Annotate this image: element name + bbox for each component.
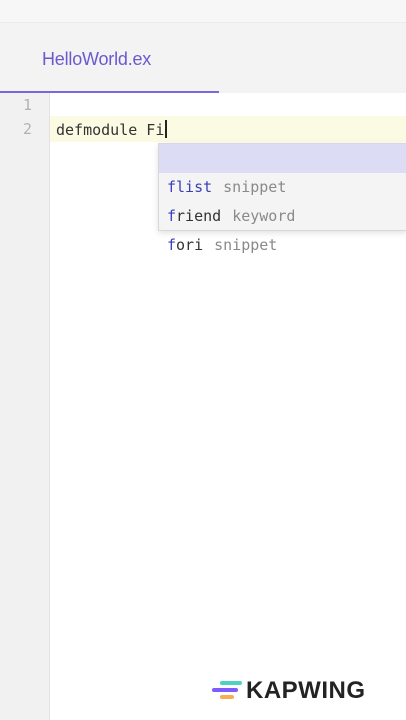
line-number-2: 2 bbox=[22, 120, 32, 138]
suggestion-rest: ori bbox=[176, 236, 204, 254]
suggestion-item-friend[interactable]: friend keyword bbox=[159, 173, 406, 225]
autocomplete-popup: flist snippet friend keyword fori snippet bbox=[158, 143, 406, 254]
suggestion-label: fori snippet bbox=[167, 231, 277, 260]
tab-label: HelloWorld.ex bbox=[42, 49, 152, 69]
watermark-text: KAPWING bbox=[246, 677, 366, 704]
text-caret bbox=[165, 120, 168, 138]
line-number-1: 1 bbox=[22, 96, 32, 114]
code-line-2[interactable]: defmodule Fi bbox=[56, 120, 168, 139]
tab-bar: HelloWorld.ex bbox=[0, 23, 406, 93]
line-number-gutter bbox=[0, 93, 50, 720]
kapwing-logo-icon bbox=[212, 681, 242, 701]
tab-helloworld[interactable]: HelloWorld.ex bbox=[0, 23, 219, 93]
code-text: defmodule Fi bbox=[56, 121, 165, 139]
suggestion-match: f bbox=[167, 236, 177, 254]
suggestion-kind: snippet bbox=[214, 236, 278, 254]
window-top-bar bbox=[0, 0, 406, 23]
suggestion-item-fori[interactable]: fori snippet bbox=[159, 202, 406, 254]
suggestion-item-flist[interactable]: flist snippet bbox=[159, 144, 406, 196]
